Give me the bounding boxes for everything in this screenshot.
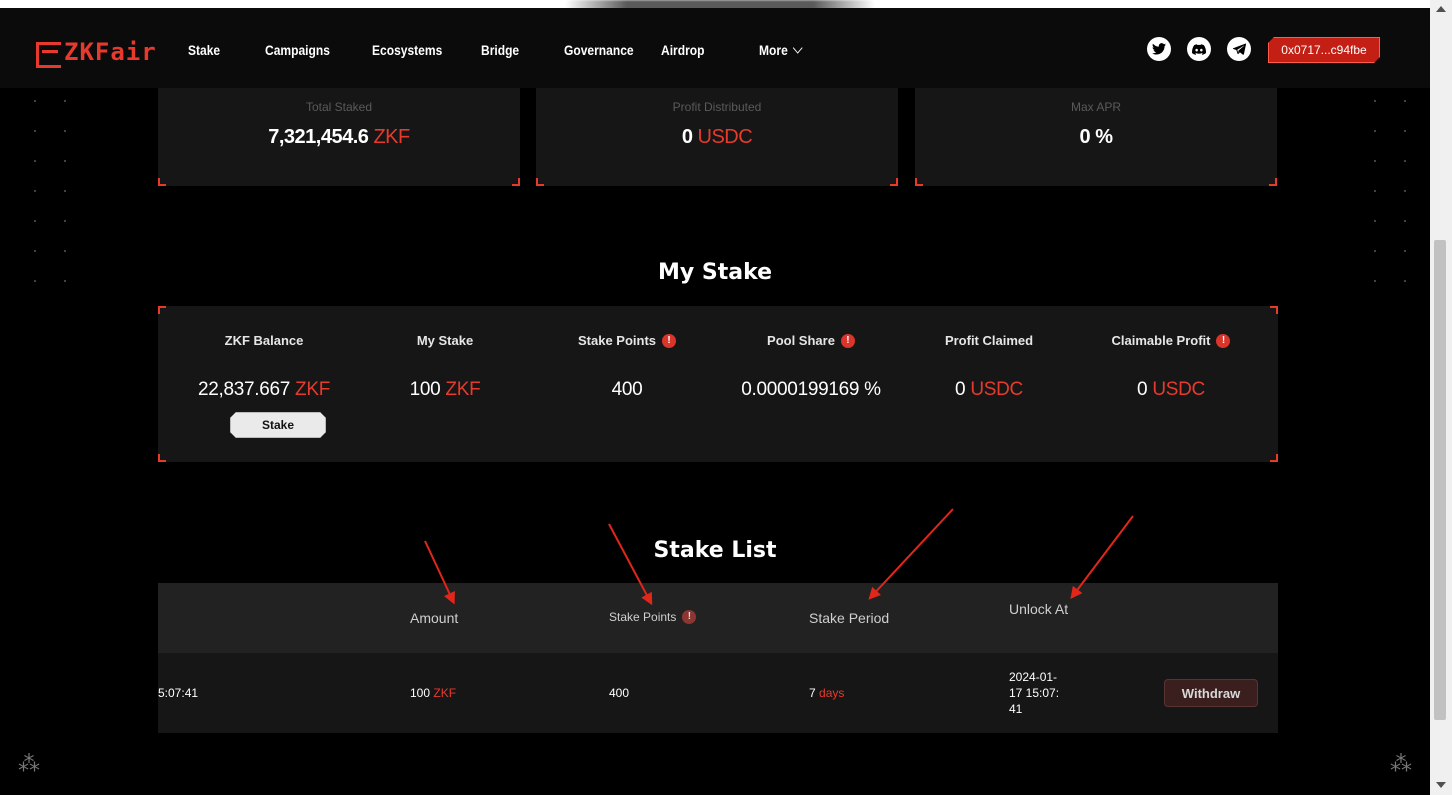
nav-governance[interactable]: Governance — [564, 42, 634, 58]
scrollbar-thumb[interactable] — [1434, 240, 1446, 720]
col-header-label: Profit Claimed — [944, 333, 1034, 348]
info-icon[interactable]: ! — [682, 610, 697, 624]
stat-value-number: 7,321,454.6 — [268, 126, 369, 148]
stat-value: 0 % — [915, 126, 1277, 149]
row-unlock-at: 2024-01- 17 15:07: 41 — [1009, 669, 1059, 717]
right-side-decoration — [1280, 88, 1430, 288]
unlock-at-line: 2024-01- — [1009, 670, 1058, 684]
col-header-label: Stake Points — [577, 333, 657, 348]
col-header: Profit Claimed — [896, 333, 1082, 348]
chevron-down-icon — [793, 42, 803, 54]
page: ZKFair Stake Campaigns Ecosystems Bridge… — [0, 8, 1430, 795]
my-stake-panel: ZKF Balance 22,837.667 ZKF Stake My Stak… — [158, 306, 1278, 462]
row-period-unit: days — [819, 686, 845, 700]
nav-bridge[interactable]: Bridge — [481, 42, 519, 58]
col-header: My Stake — [352, 333, 538, 348]
header-stake-points-label: Stake Points — [609, 610, 677, 624]
row-period-number: 7 — [809, 686, 816, 700]
col-value-number: 0.0000199169 % — [741, 379, 881, 400]
row-stake-period: 7 days — [809, 686, 844, 700]
stake-list-title: Stake List — [653, 538, 777, 563]
unlock-at-line: 41 — [1009, 702, 1023, 716]
stat-value-number: 0 — [681, 126, 693, 148]
zkfair-logo[interactable]: ZKFair — [36, 38, 157, 68]
header-stake-points: Stake Points ! — [609, 610, 697, 624]
nav-ecosystems[interactable]: Ecosystems — [372, 42, 442, 58]
stat-label: Profit Distributed — [672, 100, 762, 114]
stat-card-max-apr: Max APR 0 % — [915, 88, 1277, 186]
col-value: 22,837.667 ZKF — [171, 379, 357, 401]
col-header: Stake Points! — [534, 333, 720, 348]
row-stake-points: 400 — [609, 686, 630, 700]
col-value-number: 400 — [611, 379, 643, 400]
col-header: Pool Share! — [718, 333, 904, 348]
stake-list-header: Amount Stake Points ! Stake Period Unloc… — [158, 583, 1278, 653]
stat-value: 0 USDC — [536, 126, 898, 149]
stat-value: 7,321,454.6 ZKF — [158, 126, 520, 149]
info-icon[interactable]: ! — [840, 333, 855, 348]
col-header-label: Claimable Profit — [1111, 333, 1211, 348]
unlock-at-line: 17 15:07: — [1009, 686, 1060, 700]
logo-text: ZKFair — [64, 38, 157, 66]
nav-airdrop[interactable]: Airdrop — [661, 42, 704, 58]
row-amount-number: 100 — [410, 686, 431, 700]
table-row: 5:07:41 100 ZKF 400 7 days 2024-01- 17 1… — [158, 653, 1278, 733]
stat-value-unit: USDC — [697, 126, 753, 148]
discord-icon[interactable] — [1187, 37, 1211, 61]
col-value: 400 — [534, 379, 720, 401]
stat-card-profit-distributed: Profit Distributed 0 USDC — [536, 88, 898, 186]
col-value: 0 USDC — [1078, 379, 1264, 401]
nav-more-label: More — [759, 42, 788, 58]
col-value-unit: ZKF — [445, 379, 481, 400]
my-stake-title: My Stake — [657, 260, 773, 285]
left-side-decoration — [0, 88, 160, 288]
chip-icon: ⁂ — [1390, 751, 1412, 776]
info-icon[interactable]: ! — [662, 333, 677, 348]
scroll-up-arrow-icon[interactable] — [1436, 6, 1446, 12]
withdraw-button[interactable]: Withdraw — [1164, 679, 1258, 707]
col-value-number: 22,837.667 — [197, 379, 291, 400]
col-value: 0.0000199169 % — [718, 379, 904, 401]
header-unlock-at: Unlock At — [1009, 601, 1069, 617]
nav-campaigns[interactable]: Campaigns — [265, 42, 330, 58]
col-header-label: My Stake — [416, 333, 474, 348]
col-value-number: 0 — [1137, 379, 1148, 400]
row-amount: 100 ZKF — [410, 686, 456, 700]
stat-value-unit: ZKF — [373, 126, 410, 148]
scrollbar[interactable] — [1430, 0, 1452, 795]
browser-top-strip — [0, 0, 1452, 14]
col-header: ZKF Balance — [171, 333, 357, 348]
col-header-label: ZKF Balance — [224, 333, 304, 348]
col-value-number: 0 — [955, 379, 966, 400]
col-value-unit: ZKF — [295, 379, 331, 400]
info-icon[interactable]: ! — [1216, 333, 1231, 348]
col-value: 0 USDC — [896, 379, 1082, 401]
stat-value-number: 0 % — [1079, 126, 1113, 148]
col-value-unit: USDC — [970, 379, 1023, 400]
chip-icon: ⁂ — [18, 751, 40, 776]
stat-card-total-staked: Total Staked 7,321,454.6 ZKF — [158, 88, 520, 186]
stat-label: Max APR — [1070, 100, 1121, 114]
row-amount-unit: ZKF — [433, 686, 457, 700]
col-value-number: 100 — [409, 379, 441, 400]
wallet-address-button[interactable]: 0x0717...c94fbe — [1268, 37, 1380, 63]
nav-stake[interactable]: Stake — [188, 42, 220, 58]
header-amount: Amount — [410, 610, 459, 626]
telegram-icon[interactable] — [1227, 37, 1251, 61]
header-stake-period: Stake Period — [809, 610, 890, 626]
col-value: 100 ZKF — [352, 379, 538, 401]
twitter-icon[interactable] — [1147, 37, 1171, 61]
stat-label: Total Staked — [305, 100, 373, 114]
col-header: Claimable Profit! — [1078, 333, 1264, 348]
scroll-down-arrow-icon[interactable] — [1436, 782, 1446, 788]
stake-button[interactable]: Stake — [230, 412, 326, 438]
row-time: 5:07:41 — [158, 686, 199, 700]
nav-more[interactable]: More — [759, 42, 803, 58]
col-value-unit: USDC — [1152, 379, 1205, 400]
logo-mark-icon — [36, 42, 61, 68]
col-header-label: Pool Share — [767, 333, 835, 348]
top-nav: ZKFair Stake Campaigns Ecosystems Bridge… — [0, 8, 1430, 88]
